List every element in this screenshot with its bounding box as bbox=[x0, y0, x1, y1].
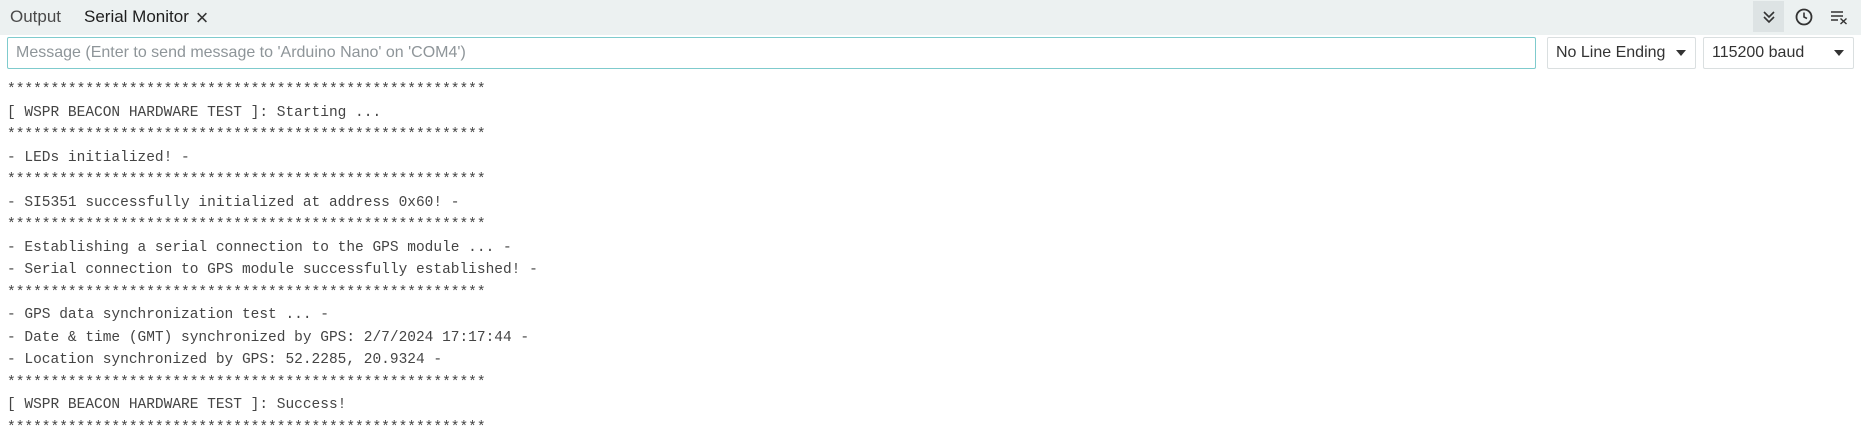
tab-serial-monitor[interactable]: Serial Monitor bbox=[84, 0, 189, 33]
console-line: ****************************************… bbox=[7, 419, 486, 436]
console-line: - GPS data synchronization test ... - bbox=[7, 307, 329, 323]
serial-output-console[interactable]: ****************************************… bbox=[0, 79, 1861, 436]
baud-rate-value: 115200 baud bbox=[1712, 44, 1805, 61]
clock-icon bbox=[1795, 8, 1812, 25]
console-line: - Location synchronized by GPS: 52.2285,… bbox=[7, 352, 443, 368]
panel-tab-bar: Output Serial Monitor × bbox=[0, 0, 1861, 35]
tab-output[interactable]: Output bbox=[10, 0, 61, 33]
caret-down-icon bbox=[1676, 50, 1686, 56]
console-line: ****************************************… bbox=[7, 284, 486, 301]
chevrons-down-icon bbox=[1762, 10, 1775, 23]
console-line: ****************************************… bbox=[7, 82, 486, 98]
baud-rate-select[interactable]: 115200 baud bbox=[1703, 37, 1854, 69]
console-line: - LEDs initialized! - bbox=[7, 149, 190, 166]
clear-output-button[interactable] bbox=[1823, 1, 1854, 32]
console-line: - Serial connection to GPS module succes… bbox=[7, 262, 538, 278]
toggle-timestamp-button[interactable] bbox=[1788, 1, 1819, 32]
console-line: ****************************************… bbox=[7, 374, 486, 391]
serial-monitor-toolbar: No Line Ending 115200 baud bbox=[0, 35, 1861, 75]
line-ending-value: No Line Ending bbox=[1556, 44, 1666, 61]
console-line: - SI5351 successfully initialized at add… bbox=[7, 194, 460, 211]
message-input[interactable] bbox=[7, 37, 1536, 69]
console-line: ****************************************… bbox=[7, 172, 486, 188]
console-line: [ WSPR BEACON HARDWARE TEST ]: Starting … bbox=[7, 104, 382, 121]
line-ending-select[interactable]: No Line Ending bbox=[1547, 37, 1696, 69]
clear-output-icon bbox=[1830, 10, 1847, 25]
console-line: - Establishing a serial connection to th… bbox=[7, 239, 512, 256]
console-line: [ WSPR BEACON HARDWARE TEST ]: Success! bbox=[7, 397, 347, 413]
console-line: ****************************************… bbox=[7, 217, 486, 233]
console-line: - Date & time (GMT) synchronized by GPS:… bbox=[7, 329, 530, 346]
console-line: ****************************************… bbox=[7, 127, 486, 143]
toggle-autoscroll-button[interactable] bbox=[1753, 1, 1784, 32]
caret-down-icon bbox=[1834, 50, 1844, 56]
close-icon[interactable]: × bbox=[192, 7, 212, 29]
